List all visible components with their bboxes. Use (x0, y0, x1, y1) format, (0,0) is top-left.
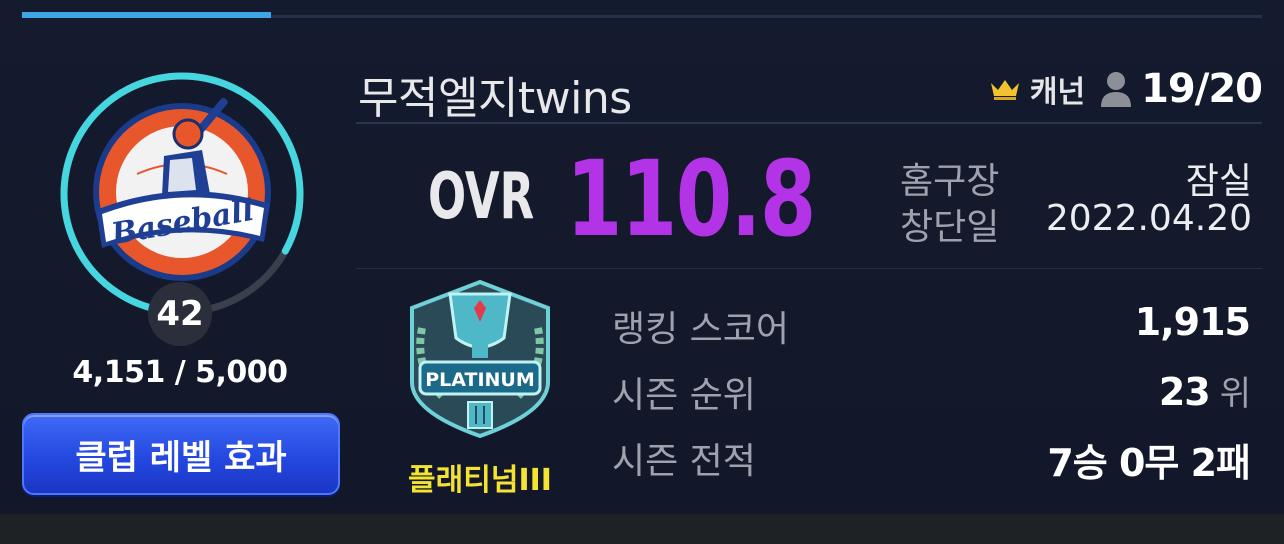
tab-active-indicator[interactable] (22, 12, 271, 18)
founded-value: 2022.04.20 (1045, 198, 1252, 239)
ovr-value: 110.8 (566, 138, 816, 260)
tier-name: 플래티넘III (408, 463, 552, 498)
club-level-effect-button[interactable]: 클럽 레벨 효과 (22, 413, 340, 495)
club-xp-text: 4,151 / 5,000 (72, 355, 288, 390)
member-icon (1101, 72, 1132, 107)
section-divider (356, 268, 1262, 269)
manager-info: 캐넌 19/20 (988, 66, 1263, 112)
home-stadium-value: 잠실 (1185, 161, 1252, 202)
ranking-score-label: 랭킹 스코어 (612, 309, 790, 350)
ovr-label: OVR (428, 160, 535, 234)
crown-icon (990, 80, 1019, 100)
season-rank-value: 23 (1158, 370, 1211, 414)
ranking-score-value: 1,915 (1134, 300, 1251, 344)
bottom-strip (0, 514, 1284, 544)
season-record-label: 시즌 전적 (612, 441, 756, 482)
emblem-text: PLATINUM (425, 369, 535, 391)
member-count: 19/20 (1141, 66, 1263, 112)
season-rank-label: 시즌 순위 (612, 375, 756, 416)
manager-name: 캐넌 (1029, 75, 1086, 110)
founded-label: 창단일 (900, 207, 1000, 248)
club-name: 무적엘지twins (358, 73, 632, 124)
season-record-value: 7승 0무 2패 (1047, 441, 1251, 485)
platinum-tier-emblem: PLATINUM (410, 279, 550, 439)
home-stadium-label: 홈구장 (900, 161, 1000, 202)
club-level-badge: 42 (148, 282, 212, 346)
season-rank: 23 위 (1158, 366, 1251, 415)
season-rank-unit: 위 (1219, 374, 1251, 414)
header-divider (356, 122, 1262, 124)
